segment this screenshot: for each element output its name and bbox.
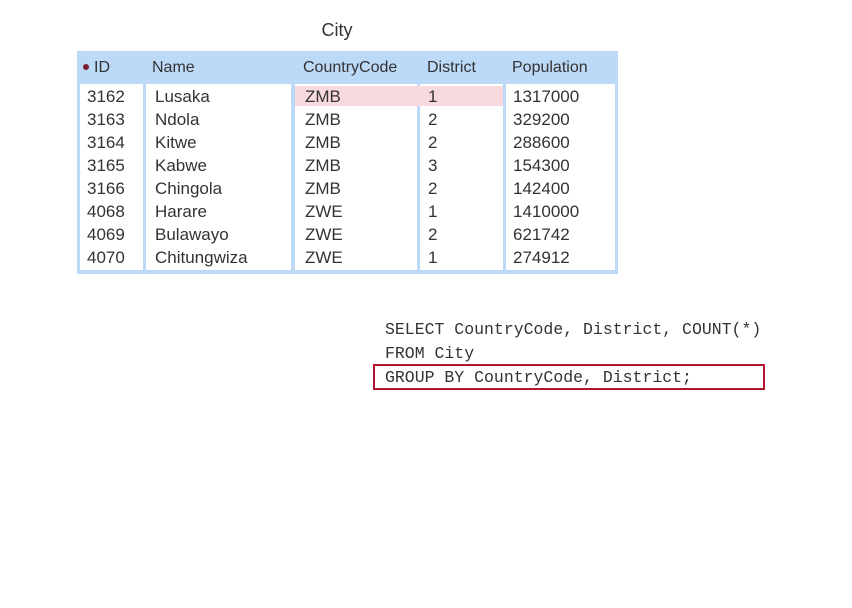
table-cell-district: 2 [428,110,438,129]
table-cell-countrycode: ZWE [305,225,343,244]
table-cell-countrycode: ZWE [305,248,343,267]
column-header-name: Name [152,59,195,76]
column-header-population: Population [512,59,588,76]
table-cell-district: 2 [428,225,438,244]
table-cell-population: 274912 [513,248,570,267]
table-cell-id: 4068 [87,202,125,221]
table-cell-countrycode: ZMB [305,179,341,198]
sql-line-select: SELECT CountryCode, District, COUNT(*) [385,320,762,339]
table-cell-id: 4069 [87,225,125,244]
highlight-box [373,364,765,390]
table-cell-district: 3 [428,156,438,175]
table-cell-district: 1 [428,202,438,221]
table-cell-id: 3166 [87,179,125,198]
table-cell-id: 3163 [87,110,125,129]
table-cell-name: Harare [155,202,207,221]
table-cell-name: Chitungwiza [155,248,248,267]
table-cell-district: 1 [428,87,438,106]
table-cell-countrycode: ZMB [305,156,341,175]
table-cell-population: 142400 [513,179,570,198]
table-cell-name: Ndola [155,110,200,129]
table-cell-population: 329200 [513,110,570,129]
primary-key-icon [83,64,89,70]
table-cell-countrycode: ZMB [305,110,341,129]
table-cell-district: 2 [428,133,438,152]
table-cell-id: 3165 [87,156,125,175]
table-cell-name: Kitwe [155,133,197,152]
table-cell-countrycode: ZMB [305,133,341,152]
table-cell-id: 3164 [87,133,125,152]
table-cell-population: 621742 [513,225,570,244]
column-header-countrycode: CountryCode [303,59,398,76]
column-header-id: ID [94,59,110,76]
table-cell-population: 288600 [513,133,570,152]
table-title: City [321,20,353,40]
table-cell-countrycode: ZMB [305,87,341,106]
table-cell-name: Kabwe [155,156,207,175]
sql-line-from: FROM City [385,344,475,363]
column-header-district: District [427,59,476,76]
table-cell-population: 1410000 [513,202,580,221]
table-cell-population: 1317000 [513,87,580,106]
table-cell-district: 2 [428,179,438,198]
table-cell-id: 3162 [87,87,125,106]
table-header: ID Name CountryCode District Population [77,51,618,83]
table-cell-population: 154300 [513,156,570,175]
table-cell-name: Chingola [155,179,223,198]
table-cell-name: Bulawayo [155,225,229,244]
table-cell-countrycode: ZWE [305,202,343,221]
table-cell-id: 4070 [87,248,125,267]
table-cell-district: 1 [428,248,438,267]
city-table: ID Name CountryCode District Population … [77,51,618,274]
table-cell-name: Lusaka [155,87,210,106]
